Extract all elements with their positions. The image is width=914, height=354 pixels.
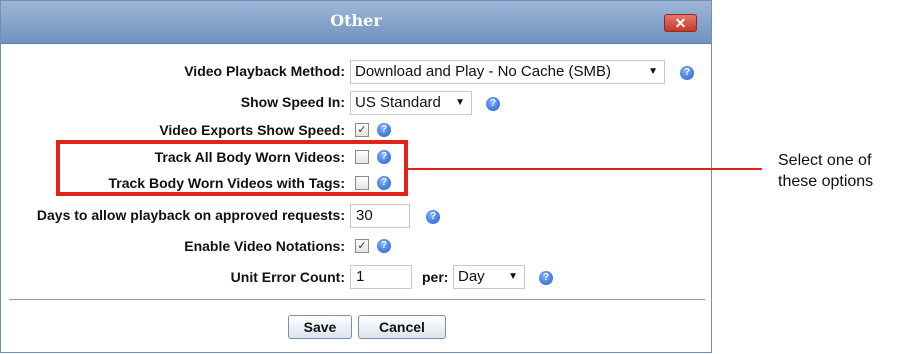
- callout-line-2: these options: [778, 173, 874, 190]
- close-button[interactable]: ✕: [664, 14, 697, 32]
- dialog-titlebar: Other ✕: [1, 1, 711, 44]
- callout-line: [408, 168, 762, 170]
- days-playback-label: Days to allow playback on approved reque…: [36, 207, 345, 223]
- save-button[interactable]: Save: [288, 315, 352, 339]
- help-icon[interactable]: ?: [539, 271, 553, 285]
- per-value: Day: [458, 268, 485, 285]
- highlight-box: [56, 140, 408, 196]
- enable-notations-checkbox[interactable]: ✓: [355, 239, 369, 253]
- divider: [9, 299, 705, 300]
- cancel-button[interactable]: Cancel: [358, 315, 446, 339]
- help-icon[interactable]: ?: [426, 210, 440, 224]
- playback-method-select[interactable]: Download and Play - No Cache (SMB) ▼: [350, 60, 665, 84]
- unit-error-count-input[interactable]: 1: [350, 265, 412, 289]
- playback-method-label: Video Playback Method:: [184, 63, 345, 79]
- per-label: per:: [422, 269, 449, 285]
- chevron-down-icon: ▼: [648, 66, 658, 77]
- unit-error-count-label: Unit Error Count:: [230, 269, 345, 285]
- show-speed-select[interactable]: US Standard ▼: [350, 91, 472, 115]
- help-icon[interactable]: ?: [377, 239, 391, 253]
- playback-method-value: Download and Play - No Cache (SMB): [355, 63, 611, 80]
- days-playback-input[interactable]: 30: [350, 204, 410, 228]
- callout-text: Select one of these options: [778, 150, 873, 192]
- dialog-title: Other: [330, 11, 382, 30]
- chevron-down-icon: ▼: [455, 97, 465, 108]
- show-speed-label: Show Speed In:: [240, 94, 345, 110]
- help-icon[interactable]: ?: [680, 66, 694, 80]
- exports-show-speed-checkbox[interactable]: ✓: [355, 123, 369, 137]
- show-speed-value: US Standard: [355, 94, 441, 111]
- help-icon[interactable]: ?: [486, 97, 500, 111]
- enable-notations-label: Enable Video Notations:: [184, 238, 345, 254]
- callout-line-1: Select one of: [778, 152, 872, 169]
- help-icon[interactable]: ?: [377, 123, 391, 137]
- per-select[interactable]: Day ▼: [453, 265, 525, 289]
- exports-show-speed-label: Video Exports Show Speed:: [159, 122, 345, 138]
- chevron-down-icon: ▼: [508, 271, 518, 282]
